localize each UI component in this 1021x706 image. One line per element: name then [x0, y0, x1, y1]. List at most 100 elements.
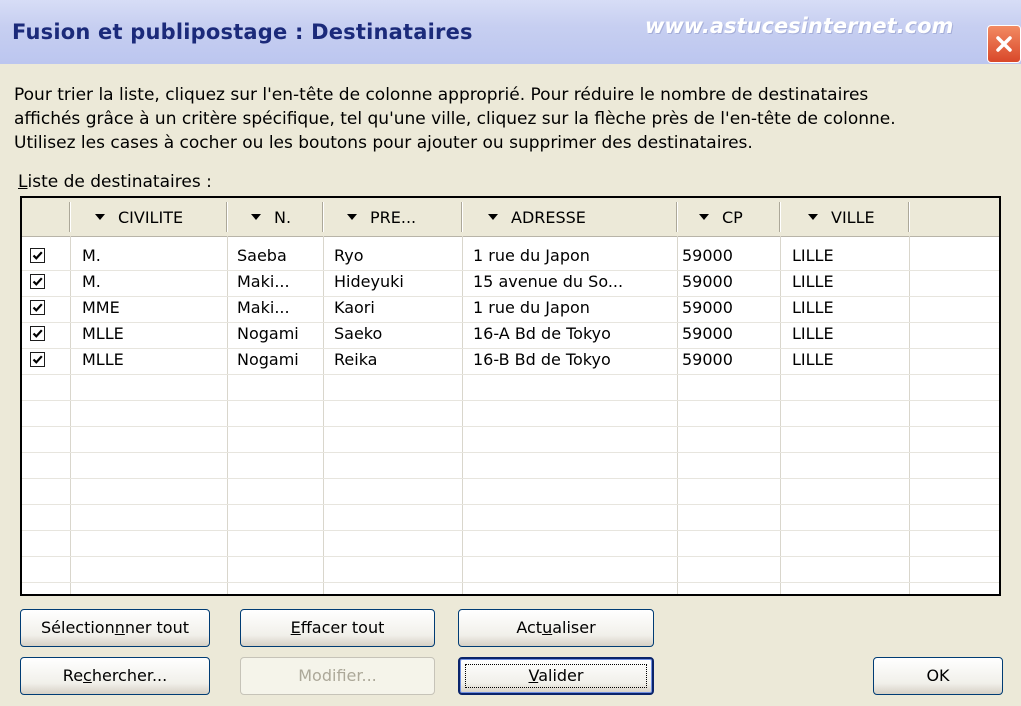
instructions-line: Utilisez les cases à cocher ou les bouto…: [14, 133, 753, 153]
filter-dropdown-icon[interactable]: [805, 209, 821, 225]
cell-ville: LILLE: [792, 272, 834, 291]
recipient-list-label: Liste de destinataires :: [18, 172, 212, 192]
column-header-label: ADRESSE: [511, 207, 586, 227]
checkmark-icon: [32, 251, 43, 260]
cell-civilite: M.: [82, 272, 101, 291]
column-header-label: PRE...: [370, 207, 417, 227]
watermark: www.astucesinternet.com: [645, 14, 954, 38]
cell-prenom: Reika: [334, 350, 378, 369]
row-checkbox[interactable]: [30, 326, 45, 341]
instructions-line: affichés grâce à un critère spécifique, …: [14, 109, 896, 129]
cell-adresse: 16-B Bd de Tokyo: [473, 350, 611, 369]
instructions-line: Pour trier la liste, cliquez sur l'en-tê…: [14, 85, 869, 105]
row-divider: [22, 426, 999, 427]
cell-prenom: Hideyuki: [334, 272, 404, 291]
cell-ville: LILLE: [792, 350, 834, 369]
cell-cp: 59000: [682, 298, 733, 317]
row-divider: [22, 400, 999, 401]
cell-civilite: MME: [82, 298, 120, 317]
row-divider: [22, 556, 999, 557]
column-header-ville[interactable]: VILLE: [805, 198, 875, 236]
cell-nom: Nogami: [237, 350, 299, 369]
row-divider: [22, 452, 999, 453]
select-all-button[interactable]: Sélectionnner tout: [20, 609, 210, 647]
checkmark-icon: [32, 329, 43, 338]
focus-indicator: [465, 664, 647, 688]
cell-prenom: Ryo: [334, 246, 364, 265]
cell-cp: 59000: [682, 246, 733, 265]
row-divider: [22, 582, 999, 583]
row-divider: [22, 530, 999, 531]
column-header-adresse[interactable]: ADRESSE: [485, 198, 586, 236]
header-separator[interactable]: [779, 202, 781, 232]
table-row[interactable]: MME Maki... Kaori 1 rue du Japon 59000 LILLE: [22, 295, 912, 321]
title-bar[interactable]: Fusion et publipostage : Destinataires w…: [0, 0, 1021, 64]
instructions: Pour trier la liste, cliquez sur l'en-tê…: [14, 83, 1014, 155]
header-separator[interactable]: [908, 202, 910, 232]
row-checkbox[interactable]: [30, 248, 45, 263]
cell-prenom: Saeko: [334, 324, 383, 343]
cell-nom: Nogami: [237, 324, 299, 343]
filter-dropdown-icon[interactable]: [92, 209, 108, 225]
cell-civilite: M.: [82, 246, 101, 265]
table-row[interactable]: MLLE Nogami Saeko 16-A Bd de Tokyo 59000 LILL…: [22, 321, 912, 347]
cell-nom: Maki...: [237, 272, 290, 291]
row-checkbox[interactable]: [30, 352, 45, 367]
cell-adresse: 1 rue du Japon: [473, 246, 590, 265]
search-button[interactable]: Rechercher...: [20, 657, 210, 695]
column-header-label: CP: [722, 207, 743, 227]
row-checkbox[interactable]: [30, 274, 45, 289]
cell-adresse: 16-A Bd de Tokyo: [473, 324, 611, 343]
cell-adresse: 1 rue du Japon: [473, 298, 590, 317]
header-separator[interactable]: [322, 202, 324, 232]
row-checkbox[interactable]: [30, 300, 45, 315]
checkmark-icon: [32, 303, 43, 312]
cell-cp: 59000: [682, 272, 733, 291]
cell-cp: 59000: [682, 324, 733, 343]
checkmark-icon: [32, 355, 43, 364]
row-divider: [22, 374, 999, 375]
table-row[interactable]: M. Saeba Ryo 1 rue du Japon 59000 LILLE: [22, 243, 912, 269]
header-separator[interactable]: [69, 202, 71, 232]
row-divider: [22, 504, 999, 505]
cell-nom: Maki...: [237, 298, 290, 317]
close-button[interactable]: [987, 25, 1021, 63]
column-header-civilite[interactable]: CIVILITE: [92, 198, 183, 236]
header-separator[interactable]: [676, 202, 678, 232]
cell-adresse: 15 avenue du So...: [473, 272, 624, 291]
window-title: Fusion et publipostage : Destinataires: [12, 20, 473, 44]
cell-ville: LILLE: [792, 324, 834, 343]
recipient-list[interactable]: CIVILITE N. PRE... ADRESSE CP VILLE M. Saeba Ry…: [20, 196, 1001, 596]
edit-button[interactable]: Modifier...: [240, 657, 435, 695]
filter-dropdown-icon[interactable]: [248, 209, 264, 225]
validate-button[interactable]: Valider: [458, 657, 654, 695]
cell-nom: Saeba: [237, 246, 287, 265]
clear-all-button[interactable]: Effacer tout: [240, 609, 435, 647]
filter-dropdown-icon[interactable]: [344, 209, 360, 225]
cell-cp: 59000: [682, 350, 733, 369]
filter-dropdown-icon[interactable]: [696, 209, 712, 225]
list-label-rest: iste de destinataires :: [27, 172, 212, 192]
column-header-nom[interactable]: N.: [248, 198, 291, 236]
list-header: CIVILITE N. PRE... ADRESSE CP VILLE: [22, 198, 999, 237]
cell-ville: LILLE: [792, 298, 834, 317]
table-row[interactable]: M. Maki... Hideyuki 15 avenue du So... 59000…: [22, 269, 912, 295]
refresh-button[interactable]: Actualiser: [458, 609, 654, 647]
cell-civilite: MLLE: [82, 350, 124, 369]
table-row[interactable]: MLLE Nogami Reika 16-B Bd de Tokyo 59000 LILL…: [22, 347, 912, 373]
checkmark-icon: [32, 277, 43, 286]
cell-civilite: MLLE: [82, 324, 124, 343]
close-icon: [996, 36, 1012, 52]
cell-prenom: Kaori: [334, 298, 375, 317]
column-header-label: VILLE: [831, 207, 875, 227]
row-divider: [22, 478, 999, 479]
column-header-cp[interactable]: CP: [696, 198, 743, 236]
dialog-window: Fusion et publipostage : Destinataires w…: [0, 0, 1021, 706]
column-header-prenom[interactable]: PRE...: [344, 198, 416, 236]
filter-dropdown-icon[interactable]: [485, 209, 501, 225]
column-header-label: CIVILITE: [118, 207, 184, 227]
ok-button[interactable]: OK: [873, 657, 1003, 695]
header-separator[interactable]: [461, 202, 463, 232]
cell-ville: LILLE: [792, 246, 834, 265]
header-separator[interactable]: [226, 202, 228, 232]
